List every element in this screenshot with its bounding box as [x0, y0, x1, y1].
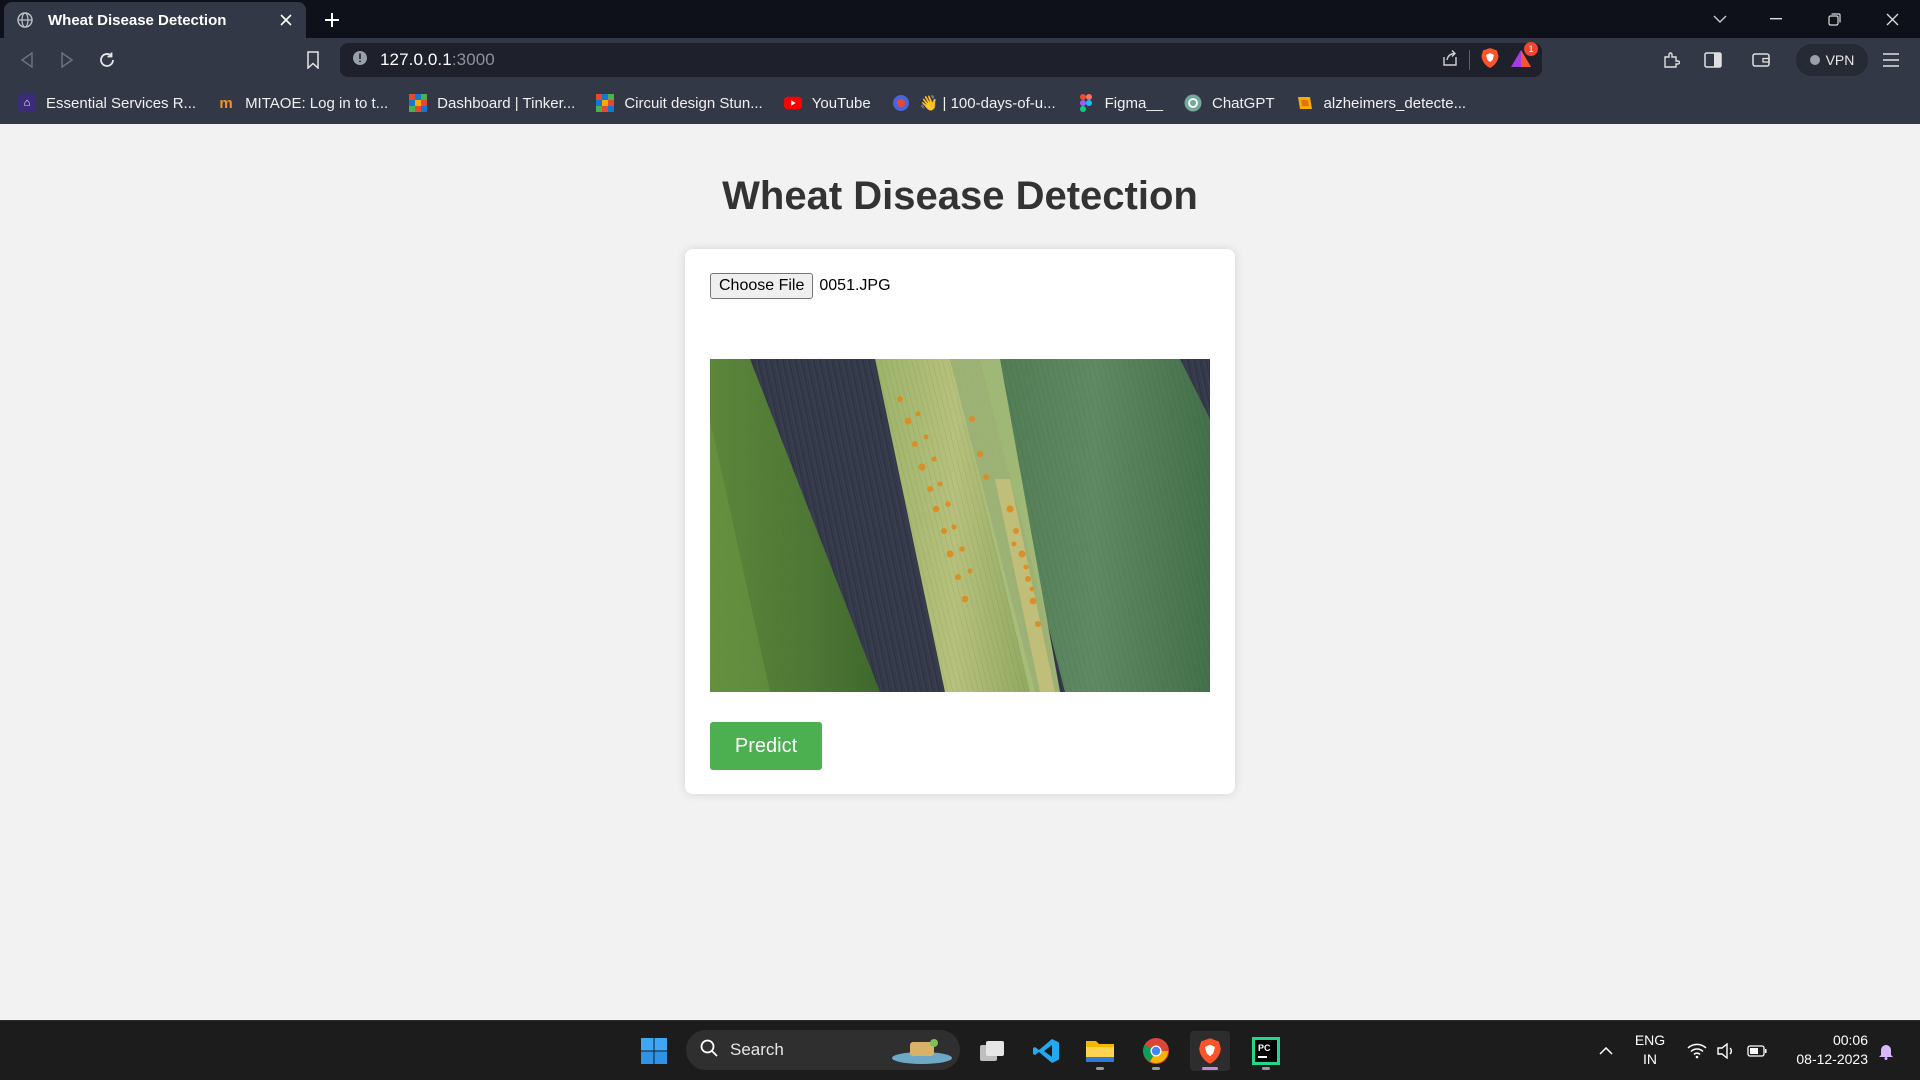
reload-icon[interactable] — [92, 45, 122, 75]
system-clock[interactable]: 00:06 08-12-2023 — [1780, 1031, 1868, 1069]
language-indicator[interactable]: ENG IN — [1630, 1031, 1670, 1069]
svg-text:PC: PC — [1258, 1043, 1271, 1053]
pycharm-icon[interactable]: PC — [1246, 1031, 1286, 1071]
globe-icon — [16, 11, 34, 29]
url-text: 127.0.0.1:3000 — [380, 50, 495, 70]
wifi-icon[interactable] — [1684, 1021, 1710, 1080]
sidebar-icon[interactable] — [1698, 45, 1728, 75]
running-indicator — [1152, 1067, 1160, 1070]
site-info-icon[interactable] — [352, 50, 368, 71]
bookmark-youtube[interactable]: YouTube — [783, 94, 871, 112]
brave-rewards-icon[interactable]: 1 — [1510, 41, 1538, 73]
bookmarks-bar: ⌂ Essential Services R... m MITAOE: Log … — [0, 82, 1920, 124]
bookmark-circuit-design[interactable]: Circuit design Stun... — [596, 94, 763, 112]
chrome-icon[interactable] — [1136, 1031, 1176, 1071]
minimize-icon[interactable] — [1748, 0, 1804, 38]
separator — [1469, 50, 1470, 70]
bookmark-label: 👋 | 100-days-of-u... — [919, 95, 1056, 112]
show-hidden-icons-chevron-icon[interactable] — [1594, 1021, 1618, 1080]
colab-icon — [1296, 94, 1314, 112]
taskbar-search[interactable]: Search — [686, 1030, 960, 1070]
bookmark-label: Circuit design Stun... — [624, 94, 763, 112]
vpn-label: VPN — [1825, 52, 1855, 68]
file-input[interactable]: Choose File 0051.JPG — [710, 273, 891, 299]
browser-toolbar: 127.0.0.1:3000 1 VPN — [0, 38, 1920, 82]
bookmark-label: Dashboard | Tinker... — [437, 94, 576, 112]
rewards-badge: 1 — [1524, 41, 1538, 56]
battery-icon[interactable] — [1744, 1021, 1770, 1080]
page-title: Wheat Disease Detection — [722, 174, 1198, 218]
bookmark-label: alzheimers_detecte... — [1323, 94, 1467, 112]
tinkercad-icon — [596, 94, 615, 112]
predict-button[interactable]: Predict — [710, 722, 822, 770]
clock-time: 00:06 — [1832, 1032, 1868, 1048]
youtube-icon — [783, 94, 802, 112]
new-tab-button[interactable] — [318, 6, 346, 34]
tab-title: Wheat Disease Detection — [48, 11, 227, 29]
share-icon[interactable] — [1441, 49, 1459, 72]
file-explorer-icon[interactable] — [1080, 1031, 1120, 1071]
notification-bell-icon[interactable] — [1874, 1021, 1898, 1080]
close-window-icon[interactable] — [1864, 0, 1920, 38]
extensions-icon[interactable] — [1656, 45, 1686, 75]
bookmark-icon[interactable] — [298, 45, 328, 75]
tinkercad-icon — [409, 94, 428, 112]
bookmark-label: ChatGPT — [1212, 94, 1275, 112]
back-icon[interactable] — [12, 45, 42, 75]
vscode-icon[interactable] — [1026, 1031, 1066, 1071]
search-highlight-icon — [890, 1034, 954, 1071]
clock-date: 08-12-2023 — [1796, 1051, 1868, 1067]
windows-taskbar: Search PC ENG IN 00:06 08-12-2023 — [0, 1020, 1920, 1080]
brave-shields-icon[interactable] — [1480, 47, 1500, 74]
search-icon — [700, 1039, 718, 1062]
bookmark-100-days[interactable]: 👋 | 100-days-of-u... — [920, 94, 1056, 112]
bookmark-essential-services[interactable]: ⌂ Essential Services R... — [18, 94, 196, 112]
bookmark-mitaoe[interactable]: m MITAOE: Log in to t... — [217, 94, 388, 112]
chatgpt-icon — [1184, 94, 1202, 112]
close-tab-icon[interactable] — [276, 10, 296, 30]
wheat-leaf-rust-photo — [710, 359, 1210, 692]
choose-file-button[interactable]: Choose File — [710, 273, 814, 299]
language-code: ENG — [1634, 1032, 1666, 1048]
url-host: 127.0.0.1 — [380, 50, 452, 69]
bookmark-label: MITAOE: Log in to t... — [245, 94, 389, 112]
tab-search-chevron-icon[interactable] — [1692, 0, 1748, 38]
brave-browser-icon[interactable] — [1190, 1031, 1230, 1071]
bookmark-label: Figma__ — [1104, 94, 1163, 112]
wallet-icon[interactable] — [1746, 45, 1776, 75]
windows-start-icon[interactable] — [634, 1031, 674, 1071]
tab-wheat-disease-detection[interactable]: Wheat Disease Detection — [4, 2, 306, 38]
tab-strip: Wheat Disease Detection — [0, 0, 1920, 38]
bookmark-label: YouTube — [811, 94, 871, 112]
restore-icon[interactable] — [1806, 0, 1862, 38]
forward-icon[interactable] — [52, 45, 82, 75]
region-code: IN — [1643, 1051, 1657, 1067]
running-indicator — [1262, 1067, 1270, 1070]
image-preview — [710, 359, 1210, 692]
task-view-icon[interactable] — [972, 1031, 1012, 1071]
vpn-status-icon — [1809, 55, 1820, 65]
bookmark-tinkercad-dashboard[interactable]: Dashboard | Tinker... — [409, 94, 575, 112]
address-bar[interactable]: 127.0.0.1:3000 1 — [340, 41, 1542, 77]
volume-icon[interactable] — [1714, 1021, 1738, 1080]
url-port: :3000 — [451, 50, 495, 69]
selected-file-name: 0051.JPG — [819, 277, 891, 294]
bookmark-figma[interactable]: Figma__ — [1077, 94, 1163, 112]
upload-card: Choose File 0051.JPG Predict — [685, 249, 1235, 794]
moodle-icon: m — [219, 94, 233, 112]
github-copilot-icon — [892, 94, 910, 112]
page-content: Wheat Disease Detection Choose File 0051… — [0, 124, 1920, 1020]
bookmark-copilot[interactable] — [892, 94, 910, 112]
running-indicator — [1096, 1067, 1104, 1070]
university-icon: ⌂ — [18, 94, 36, 112]
vpn-button[interactable]: VPN — [1796, 44, 1868, 76]
search-label: Search — [730, 1040, 784, 1059]
figma-icon — [1077, 94, 1095, 112]
active-indicator — [1202, 1067, 1218, 1070]
bookmark-alzheimers[interactable]: alzheimers_detecte... — [1296, 94, 1467, 112]
bookmark-label: Essential Services R... — [46, 94, 197, 112]
menu-icon[interactable] — [1876, 45, 1906, 75]
bookmark-chatgpt[interactable]: ChatGPT — [1184, 94, 1275, 112]
